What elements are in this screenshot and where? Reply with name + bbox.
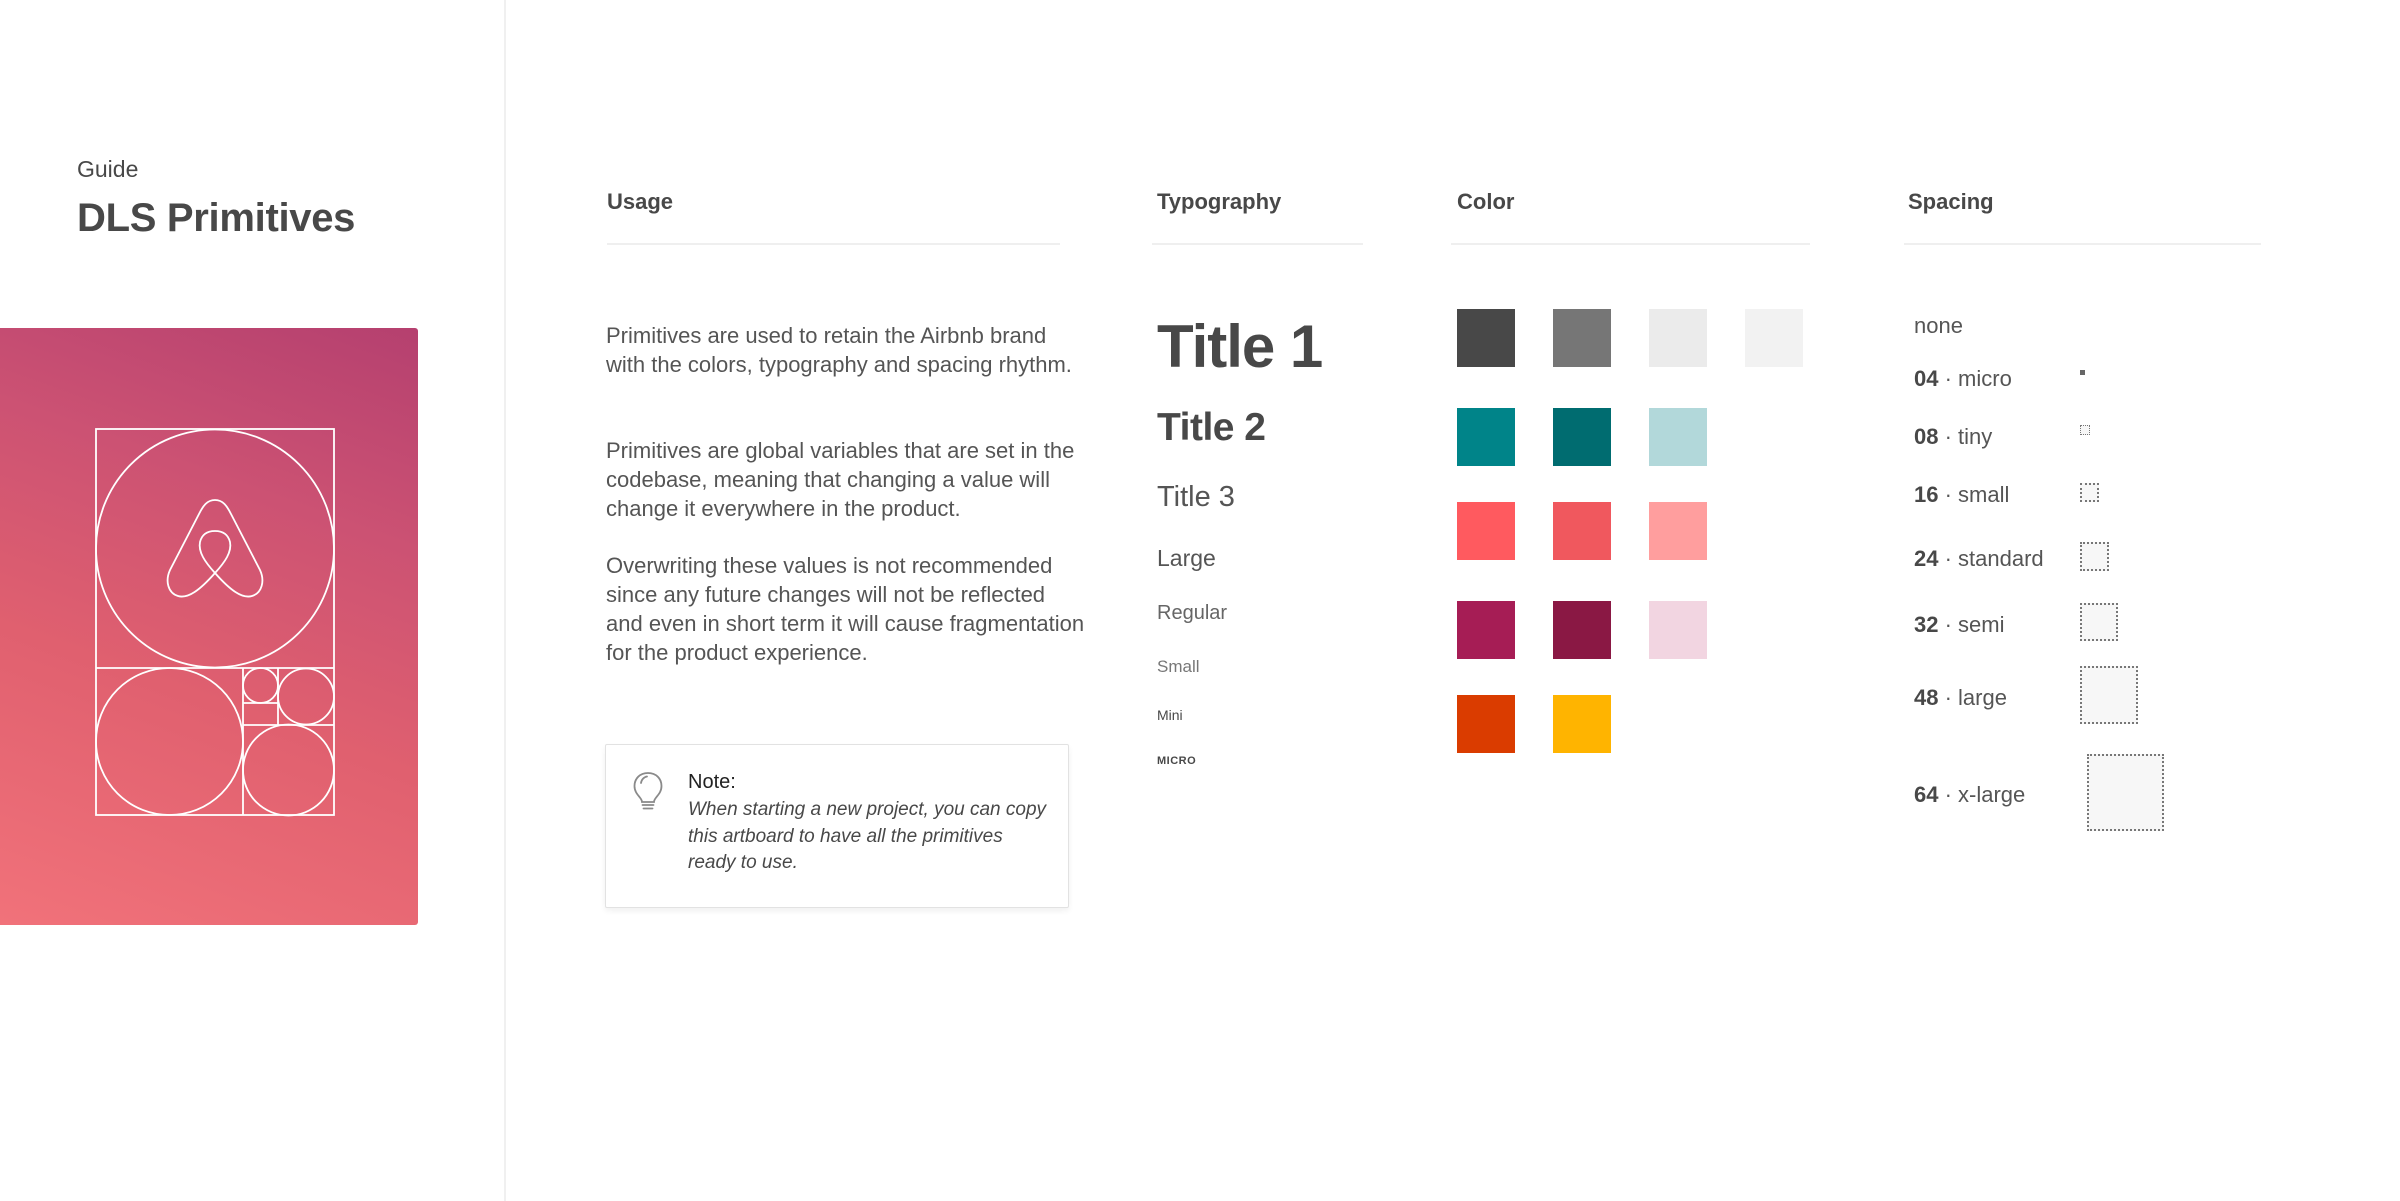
- typography-heading: Typography: [1157, 189, 1282, 214]
- note-body: When starting a new project, you can cop…: [688, 799, 1047, 873]
- color-swatch[interactable]: [1553, 408, 1611, 466]
- usage-heading: Usage: [607, 189, 674, 214]
- spacing-label: none: [1914, 313, 1963, 338]
- color-swatch[interactable]: [1457, 502, 1515, 560]
- spacing-label: 24 · standard: [1914, 546, 2044, 572]
- type-sample-regular: Regular: [1157, 602, 1228, 624]
- spacing-value: 16: [1914, 482, 1939, 507]
- type-sample-small: Small: [1157, 657, 1200, 676]
- color-heading-rule: [1451, 243, 1810, 245]
- color-swatch[interactable]: [1649, 309, 1707, 367]
- page-title: DLS Primitives: [77, 196, 356, 240]
- spacing-value: 04: [1914, 366, 1939, 391]
- spacing-value: 24: [1914, 546, 1939, 571]
- spacing-value: 08: [1914, 424, 1939, 449]
- airbnb-logo-grid-icon: [95, 428, 335, 817]
- spacing-box: [2080, 483, 2099, 502]
- spacing-box: [2080, 370, 2085, 375]
- color-swatch[interactable]: [1649, 408, 1707, 466]
- spacing-box: [2080, 542, 2109, 571]
- color-swatch[interactable]: [1745, 309, 1803, 367]
- color-swatch[interactable]: [1649, 601, 1707, 659]
- spacing-box: [2080, 666, 2138, 724]
- color-swatch[interactable]: [1457, 309, 1515, 367]
- spacing-label: 04 · micro: [1914, 366, 2012, 392]
- color-swatch[interactable]: [1457, 601, 1515, 659]
- type-sample-title-2: Title 2: [1157, 406, 1266, 449]
- color-swatch[interactable]: [1553, 695, 1611, 753]
- color-swatch[interactable]: [1457, 408, 1515, 466]
- sidebar-divider: [504, 0, 506, 1201]
- spacing-value: 48: [1914, 685, 1939, 710]
- spacing-label: 16 · small: [1914, 482, 2009, 508]
- spacing-label: 08 · tiny: [1914, 424, 1992, 450]
- eyebrow-label: Guide: [77, 156, 139, 182]
- spacing-name: · x-large: [1938, 782, 2026, 807]
- color-swatch[interactable]: [1553, 601, 1611, 659]
- type-sample-title-3: Title 3: [1157, 481, 1235, 513]
- spacing-box: [2087, 754, 2164, 831]
- color-swatch[interactable]: [1553, 502, 1611, 560]
- color-swatch[interactable]: [1553, 309, 1611, 367]
- color-heading: Color: [1457, 189, 1515, 214]
- spacing-box: [2080, 425, 2090, 435]
- type-sample-large: Large: [1157, 545, 1216, 571]
- spacing-box: [2080, 603, 2118, 641]
- type-sample-mini: Mini: [1157, 707, 1183, 723]
- color-swatch[interactable]: [1649, 502, 1707, 560]
- note-card: Note: When starting a new project, you c…: [605, 744, 1069, 908]
- spacing-name: · micro: [1938, 366, 2012, 391]
- spacing-label: 32 · semi: [1914, 612, 2004, 638]
- spacing-value: 64: [1914, 782, 1939, 807]
- lightbulb-icon: [633, 772, 663, 810]
- spacing-heading-rule: [1904, 243, 2261, 245]
- usage-paragraph: Overwriting these values is not recommen…: [606, 553, 1085, 665]
- hero-illustration: [0, 328, 418, 925]
- spacing-name: · tiny: [1938, 424, 1993, 449]
- type-sample-micro: MICRO: [1157, 755, 1197, 767]
- note-title: Note:: [688, 771, 736, 793]
- type-sample-title-1: Title 1: [1157, 313, 1323, 380]
- typography-heading-rule: [1152, 243, 1363, 245]
- usage-heading-rule: [607, 243, 1060, 245]
- spacing-name: · semi: [1938, 612, 2005, 637]
- spacing-value: 32: [1914, 612, 1939, 637]
- usage-paragraph: Primitives are global variables that are…: [606, 438, 1075, 521]
- spacing-label: 64 · x-large: [1914, 782, 2025, 808]
- spacing-name: · small: [1938, 482, 2010, 507]
- spacing-name: · standard: [1938, 546, 2044, 571]
- color-swatch[interactable]: [1457, 695, 1515, 753]
- spacing-name: · large: [1938, 685, 2007, 710]
- usage-paragraph: Primitives are used to retain the Airbnb…: [606, 323, 1072, 377]
- spacing-label: 48 · large: [1914, 685, 2007, 711]
- spacing-heading: Spacing: [1908, 189, 1994, 214]
